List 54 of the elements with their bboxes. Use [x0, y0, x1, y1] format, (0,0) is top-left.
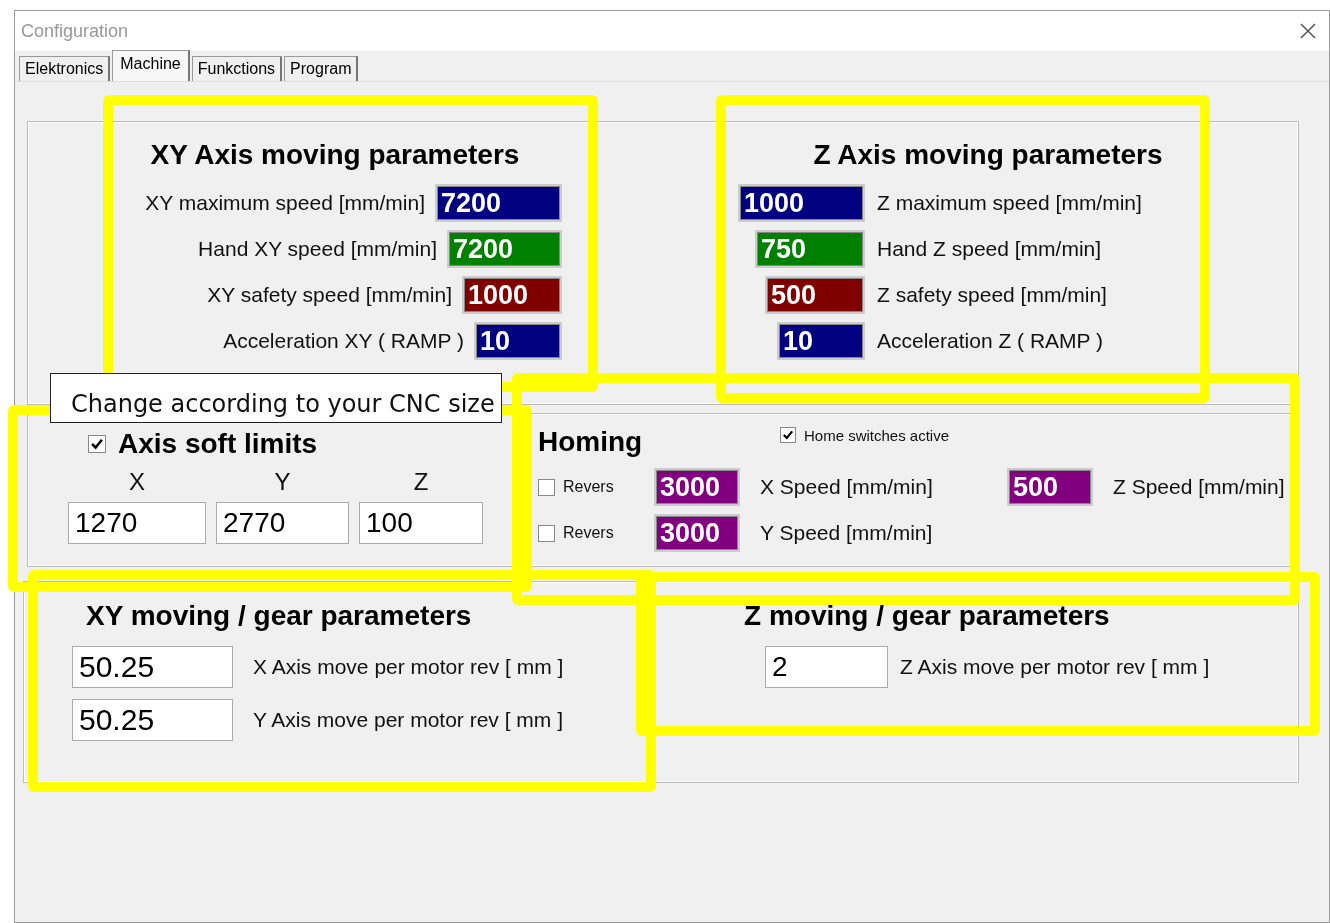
field-label: Y Speed [mm/min] — [760, 521, 934, 545]
field-label: X Axis move per motor rev [ mm ] — [253, 655, 564, 679]
field-label: Z Speed [mm/min] — [1113, 475, 1285, 499]
section-title: Axis soft limits — [118, 428, 318, 460]
section-title: Z moving / gear parameters — [744, 600, 1110, 632]
checkbox[interactable] — [538, 478, 555, 496]
tab[interactable]: Program — [284, 56, 359, 81]
axis-label: X — [129, 468, 145, 496]
speed-field[interactable]: 7200 — [447, 230, 562, 268]
limit-field[interactable]: 2770 — [216, 502, 349, 544]
speed-field[interactable]: 3000 — [654, 514, 740, 552]
window-title: Configuration — [21, 20, 129, 42]
speed-field[interactable]: 10 — [777, 322, 865, 360]
tab[interactable]: Elektronics — [19, 56, 111, 81]
callout-note: Change according to your CNC size — [50, 373, 502, 423]
checkbox[interactable] — [88, 435, 106, 453]
checkbox[interactable] — [780, 427, 796, 443]
tab[interactable]: Funkctions — [191, 56, 283, 81]
tab[interactable]: Machine — [112, 50, 190, 81]
field-label: Acceleration XY ( RAMP ) — [223, 329, 464, 353]
checkbox[interactable] — [538, 524, 555, 542]
speed-field[interactable]: 1000 — [738, 184, 865, 222]
section-title: Z Axis moving parameters — [813, 139, 1163, 171]
checkbox-label: Revers — [563, 524, 614, 542]
axis-label: Y — [274, 468, 291, 496]
axis-label: Z — [413, 468, 429, 496]
speed-field[interactable]: 500 — [1007, 468, 1093, 506]
field-label: XY maximum speed [mm/min] — [145, 191, 425, 215]
section-title: XY Axis moving parameters — [150, 139, 520, 171]
speed-field[interactable]: 1000 — [462, 276, 562, 314]
section-title: XY moving / gear parameters — [86, 600, 472, 632]
field-label: Z maximum speed [mm/min] — [877, 191, 1142, 215]
speed-field[interactable]: 500 — [765, 276, 865, 314]
gear-field[interactable]: 50.25 — [72, 646, 233, 688]
field-label: XY safety speed [mm/min] — [207, 283, 452, 307]
gear-field[interactable]: 2 — [765, 646, 888, 688]
field-label: Z safety speed [mm/min] — [877, 283, 1107, 307]
field-label: Hand XY speed [mm/min] — [198, 237, 437, 261]
field-label: Hand Z speed [mm/min] — [877, 237, 1102, 261]
speed-field[interactable]: 3000 — [654, 468, 740, 506]
field-label: X Speed [mm/min] — [760, 475, 934, 499]
limit-field[interactable]: 100 — [359, 502, 483, 544]
close-icon[interactable] — [1299, 22, 1317, 40]
checkbox-label: Revers — [563, 478, 614, 496]
speed-field[interactable]: 7200 — [435, 184, 562, 222]
field-label: Z Axis move per motor rev [ mm ] — [900, 655, 1210, 679]
field-label: Y Axis move per motor rev [ mm ] — [253, 708, 564, 732]
limit-field[interactable]: 1270 — [68, 502, 206, 544]
gear-field[interactable]: 50.25 — [72, 699, 233, 741]
speed-field[interactable]: 10 — [474, 322, 562, 360]
checkbox-label: Home switches active — [804, 426, 950, 444]
field-label: Acceleration Z ( RAMP ) — [877, 329, 1103, 353]
section-title: Homing — [538, 426, 644, 458]
speed-field[interactable]: 750 — [755, 230, 865, 268]
